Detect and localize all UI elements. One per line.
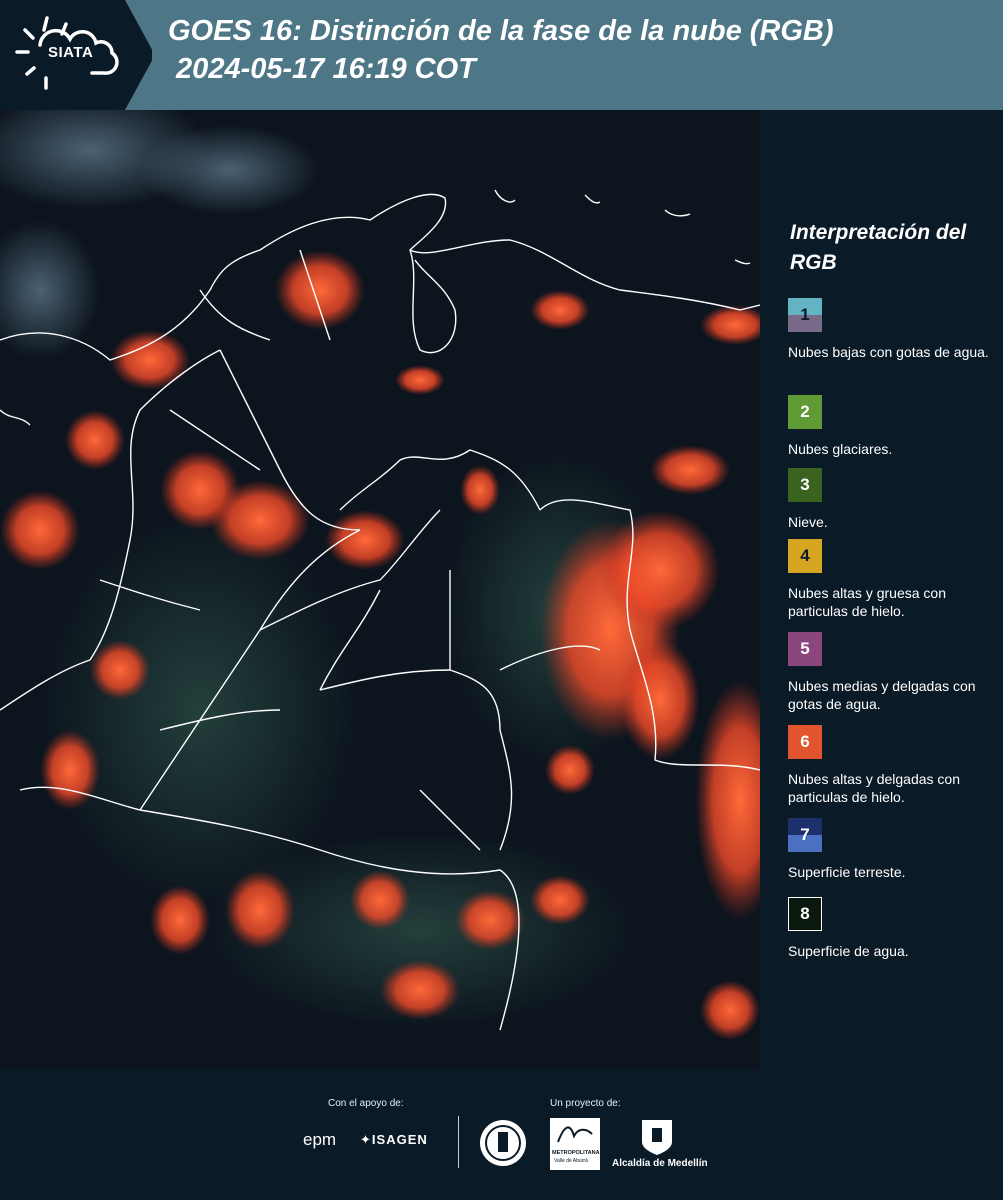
logo-wordmark: SIATA xyxy=(48,44,94,61)
support-label: Con el apoyo de: xyxy=(328,1098,404,1109)
legend-label-6: Nubes altas y delgadas con particulas de… xyxy=(788,771,960,805)
isagen-icon: ✦ xyxy=(360,1132,372,1147)
legend-label-3: Nieve. xyxy=(788,514,828,530)
isagen-logo: ✦ISAGEN xyxy=(360,1132,428,1148)
satellite-map xyxy=(0,110,760,1070)
project-label: Un proyecto de: xyxy=(550,1098,621,1109)
legend-swatch-1: 1 xyxy=(788,298,822,332)
legend-label-2: Nubes glaciares. xyxy=(788,441,893,457)
legend-swatch-6: 6 xyxy=(788,725,822,759)
legend-swatch-2: 2 xyxy=(788,395,822,429)
legend-swatch-7: 7 xyxy=(788,818,822,852)
alcaldia-shield-icon xyxy=(640,1118,674,1161)
legend-label-7: Superficie terreste. xyxy=(788,864,906,880)
area-text: METROPOLITANA xyxy=(552,1150,600,1156)
isagen-text: ISAGEN xyxy=(371,1132,428,1147)
satellite-rgb-image xyxy=(0,110,760,1070)
legend-swatch-5: 5 xyxy=(788,632,822,666)
page-title: GOES 16: Distinción de la fase de la nub… xyxy=(168,12,834,88)
seal-logo xyxy=(478,1118,528,1173)
legend-label-1: Nubes bajas con gotas de agua. xyxy=(788,344,989,360)
footer: Con el apoyo de: Un proyecto de: epm ✦IS… xyxy=(0,1070,1003,1200)
siata-logo: SIATA xyxy=(0,0,152,110)
title-line-1: GOES 16: Distinción de la fase de la nub… xyxy=(168,15,834,47)
footer-divider xyxy=(458,1116,459,1168)
legend-swatch-3: 3 xyxy=(788,468,822,502)
title-line-2: 2024-05-17 16:19 COT xyxy=(168,53,476,85)
legend-label-4: Nubes altas y gruesa con particulas de h… xyxy=(788,585,946,619)
legend-swatch-8: 8 xyxy=(788,897,822,931)
alcaldia-label: Alcaldía de Medellín xyxy=(612,1158,708,1169)
legend-label-8: Superficie de agua. xyxy=(788,943,909,959)
legend-label-5: Nubes medias y delgadas con gotas de agu… xyxy=(788,678,976,712)
legend-panel: Interpretación del RGB 1 Nubes bajas con… xyxy=(760,110,1003,1070)
legend-title: Interpretación del RGB xyxy=(790,221,967,274)
header-banner: SIATA GOES 16: Distinción de la fase de … xyxy=(0,0,1003,110)
area-metropolitana-logo: METROPOLITANA Valle de Aburrá xyxy=(550,1118,600,1170)
legend-swatch-4: 4 xyxy=(788,539,822,573)
epm-logo: epm xyxy=(303,1130,337,1149)
area-script-icon xyxy=(557,1126,593,1143)
area-subtext: Valle de Aburrá xyxy=(554,1158,588,1164)
